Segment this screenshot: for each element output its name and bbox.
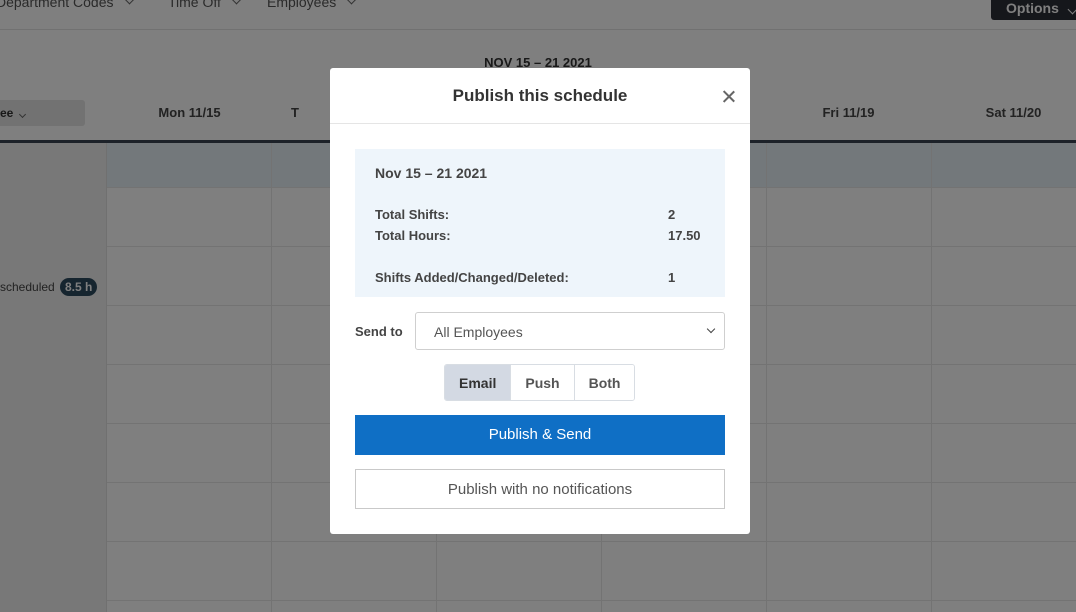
summary-range: Nov 15 – 21 2021 [375, 165, 488, 181]
modal-title: Publish this schedule [452, 86, 628, 105]
chevron-down-icon [706, 324, 716, 334]
notification-type-toggle: Email Push Both [444, 364, 636, 401]
both-option[interactable]: Both [574, 365, 635, 400]
changes-label: Shifts Added/Changed/Deleted: [375, 270, 569, 285]
publish-send-button[interactable]: Publish & Send [355, 415, 725, 455]
total-shifts-value: 2 [668, 207, 676, 222]
total-shifts-label: Total Shifts: [375, 207, 450, 222]
send-to-label: Send to [355, 324, 403, 339]
changes-value: 1 [668, 270, 676, 285]
send-to-select[interactable]: All Employees [415, 312, 725, 350]
push-option[interactable]: Push [511, 365, 575, 400]
send-to-value: All Employees [434, 324, 523, 340]
schedule-summary: Nov 15 – 21 2021 Total Shifts: 2 Total H… [355, 149, 725, 297]
total-hours-label: Total Hours: [375, 228, 451, 243]
publish-no-notifications-button[interactable]: Publish with no notifications [355, 469, 725, 509]
email-option[interactable]: Email [445, 365, 512, 400]
publish-schedule-modal: Publish this schedule Nov 15 – 21 2021 T… [330, 68, 750, 534]
close-icon[interactable] [719, 87, 739, 107]
total-hours-value: 17.50 [668, 228, 701, 243]
modal-header: Publish this schedule [330, 68, 750, 124]
